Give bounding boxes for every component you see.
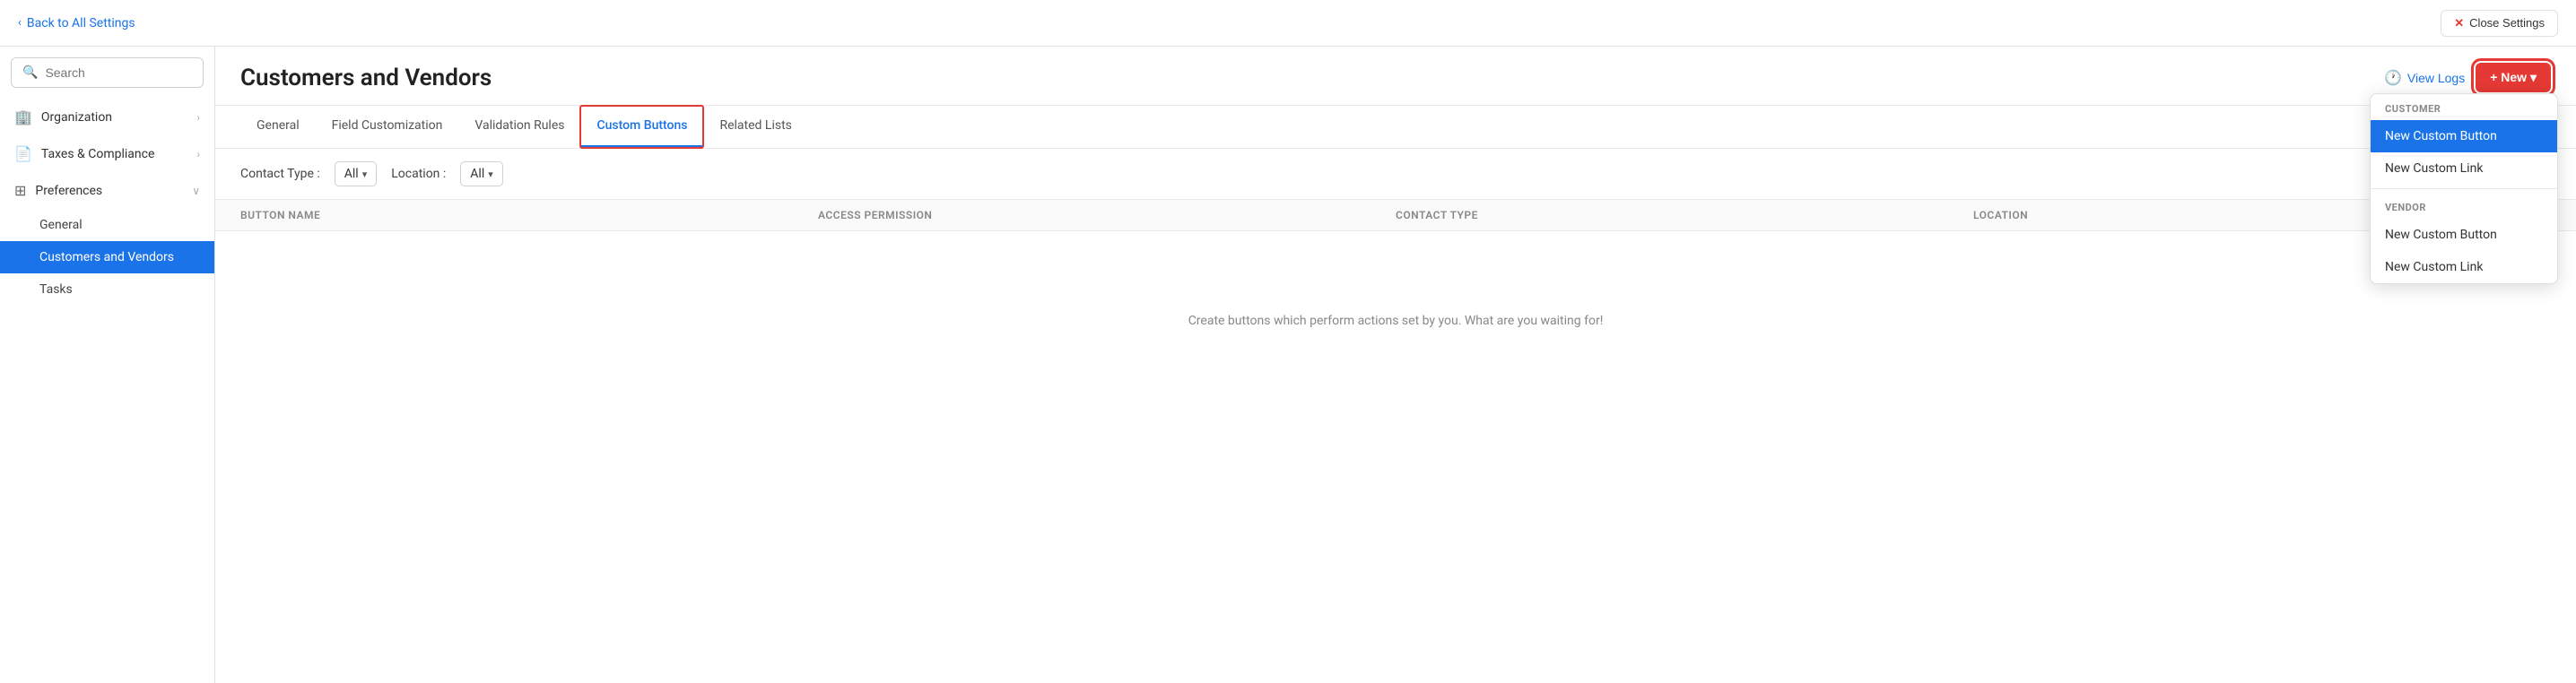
dropdown-item-customer-new-button[interactable]: New Custom Button — [2371, 120, 2557, 152]
sidebar-item-taxes[interactable]: 📄 Taxes & Compliance › — [0, 135, 214, 172]
th-button-name: Button Name — [240, 209, 818, 221]
sidebar-sub-item-general-label: General — [39, 218, 83, 232]
close-settings-label: Close Settings — [2469, 16, 2545, 30]
table-area: Button Name Access Permission Contact Ty… — [215, 200, 2576, 683]
tab-validation-rules[interactable]: Validation Rules — [458, 106, 580, 148]
tab-custom-buttons[interactable]: Custom Buttons — [580, 106, 703, 148]
view-logs-button[interactable]: 🕐 View Logs — [2384, 69, 2465, 87]
sidebar-sub-item-general[interactable]: General — [0, 209, 214, 241]
tab-custom-buttons-label: Custom Buttons — [596, 118, 687, 133]
location-label: Location : — [391, 167, 446, 181]
dropdown-item-vendor-new-button-label: New Custom Button — [2385, 228, 2497, 242]
sidebar-sub-preferences: General Customers and Vendors Tasks — [0, 209, 214, 306]
dropdown-item-vendor-new-link-label: New Custom Link — [2385, 260, 2483, 274]
dropdown-menu: Customer New Custom Button New Custom Li… — [2370, 93, 2558, 284]
sidebar-item-organization[interactable]: 🏢 Organization › — [0, 99, 214, 135]
contact-type-select[interactable]: All ▾ — [335, 161, 377, 186]
close-settings-button[interactable]: ✕ Close Settings — [2441, 10, 2558, 37]
tab-general-label: General — [257, 118, 300, 133]
dropdown-customer-section-label: Customer — [2371, 94, 2557, 120]
clock-icon: 🕐 — [2384, 69, 2402, 87]
new-button-label: + New ▾ — [2490, 70, 2537, 85]
dropdown-vendor-section-label: Vendor — [2371, 193, 2557, 219]
sidebar-sub-item-customers-vendors[interactable]: Customers and Vendors — [0, 241, 214, 273]
th-contact-type: Contact Type — [1396, 209, 1973, 221]
chevron-down-icon-preferences: ∨ — [192, 185, 200, 197]
sidebar-item-preferences-label: Preferences — [35, 184, 102, 198]
search-box[interactable]: 🔍 — [11, 57, 204, 88]
chevron-left-icon: ‹ — [18, 16, 22, 30]
taxes-icon: 📄 — [14, 145, 32, 162]
sidebar-nav: 🏢 Organization › 📄 Taxes & Compliance › … — [0, 95, 214, 683]
contact-type-value: All — [344, 167, 359, 181]
tabs-bar: General Field Customization Validation R… — [215, 106, 2576, 149]
close-icon: ✕ — [2454, 16, 2464, 30]
sidebar-item-taxes-label: Taxes & Compliance — [41, 147, 154, 161]
table-header: Button Name Access Permission Contact Ty… — [215, 200, 2576, 231]
top-bar: ‹ Back to All Settings ✕ Close Settings — [0, 0, 2576, 47]
back-link[interactable]: ‹ Back to All Settings — [18, 16, 135, 30]
chevron-right-icon-taxes: › — [196, 148, 200, 160]
content-header: Customers and Vendors 🕐 View Logs + New … — [215, 47, 2576, 106]
sidebar-item-organization-label: Organization — [41, 110, 112, 125]
search-input[interactable] — [45, 65, 192, 80]
view-logs-label: View Logs — [2407, 71, 2465, 85]
tab-field-customization-label: Field Customization — [332, 118, 443, 133]
sidebar-item-preferences[interactable]: ⊞ Preferences ∨ — [0, 172, 214, 209]
tab-validation-rules-label: Validation Rules — [474, 118, 564, 133]
tab-related-lists[interactable]: Related Lists — [703, 106, 807, 148]
page-title: Customers and Vendors — [240, 65, 492, 104]
location-select[interactable]: All ▾ — [460, 161, 502, 186]
sidebar-sub-item-customers-vendors-label: Customers and Vendors — [39, 250, 174, 264]
filters-bar: Contact Type : All ▾ Location : All ▾ — [215, 149, 2576, 200]
tab-field-customization[interactable]: Field Customization — [316, 106, 459, 148]
content-area: Customers and Vendors 🕐 View Logs + New … — [215, 47, 2576, 683]
empty-state-text: Create buttons which perform actions set… — [1188, 314, 1604, 328]
back-link-label: Back to All Settings — [27, 16, 135, 30]
th-access-permission: Access Permission — [818, 209, 1396, 221]
dropdown-item-vendor-new-link[interactable]: New Custom Link — [2371, 251, 2557, 283]
chevron-right-icon: › — [196, 111, 200, 124]
search-icon: 🔍 — [22, 65, 38, 80]
contact-type-chevron: ▾ — [362, 169, 368, 180]
dropdown-item-vendor-new-button[interactable]: New Custom Button — [2371, 219, 2557, 251]
empty-state: Create buttons which perform actions set… — [215, 231, 2576, 411]
dropdown-item-customer-new-link[interactable]: New Custom Link — [2371, 152, 2557, 185]
tab-general[interactable]: General — [240, 106, 316, 148]
tab-related-lists-label: Related Lists — [719, 118, 791, 133]
preferences-icon: ⊞ — [14, 182, 26, 199]
sidebar: 🔍 🏢 Organization › 📄 Taxes & Compliance … — [0, 47, 215, 683]
contact-type-label: Contact Type : — [240, 167, 320, 181]
dropdown-item-customer-new-button-label: New Custom Button — [2385, 129, 2497, 143]
main-layout: 🔍 🏢 Organization › 📄 Taxes & Compliance … — [0, 47, 2576, 683]
organization-icon: 🏢 — [14, 108, 32, 125]
location-value: All — [470, 167, 484, 181]
location-chevron: ▾ — [488, 169, 493, 180]
sidebar-sub-item-tasks[interactable]: Tasks — [0, 273, 214, 306]
dropdown-item-customer-new-link-label: New Custom Link — [2385, 161, 2483, 176]
sidebar-sub-item-tasks-label: Tasks — [39, 282, 73, 297]
dropdown-divider — [2371, 188, 2557, 189]
new-button[interactable]: + New ▾ — [2476, 63, 2551, 92]
